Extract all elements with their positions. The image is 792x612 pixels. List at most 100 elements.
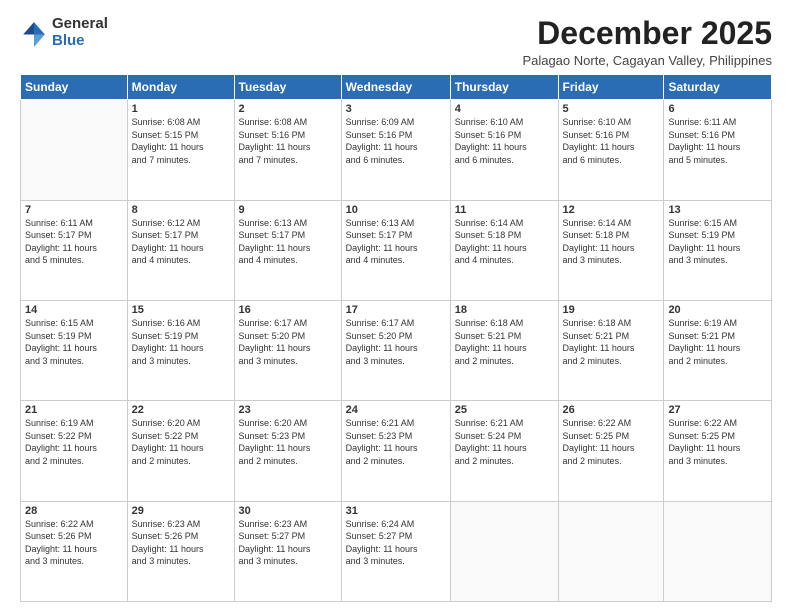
day-number: 8: [132, 204, 230, 216]
day-number: 5: [563, 103, 660, 115]
day-info: Sunrise: 6:14 AM Sunset: 5:18 PM Dayligh…: [455, 217, 554, 267]
logo-blue-text: Blue: [52, 33, 108, 50]
page: General Blue December 2025 Palagao Norte…: [0, 0, 792, 612]
table-row: 29Sunrise: 6:23 AM Sunset: 5:26 PM Dayli…: [127, 501, 234, 601]
day-number: 29: [132, 505, 230, 517]
table-row: [450, 501, 558, 601]
day-number: 16: [239, 304, 337, 316]
day-number: 23: [239, 404, 337, 416]
day-number: 14: [25, 304, 123, 316]
day-number: 20: [668, 304, 767, 316]
title-block: December 2025 Palagao Norte, Cagayan Val…: [522, 16, 772, 68]
day-info: Sunrise: 6:19 AM Sunset: 5:22 PM Dayligh…: [25, 417, 123, 467]
calendar-week-row: 7Sunrise: 6:11 AM Sunset: 5:17 PM Daylig…: [21, 200, 772, 300]
day-info: Sunrise: 6:22 AM Sunset: 5:25 PM Dayligh…: [563, 417, 660, 467]
col-thursday: Thursday: [450, 75, 558, 100]
table-row: 2Sunrise: 6:08 AM Sunset: 5:16 PM Daylig…: [234, 100, 341, 200]
col-sunday: Sunday: [21, 75, 128, 100]
day-number: 22: [132, 404, 230, 416]
day-number: 2: [239, 103, 337, 115]
table-row: 8Sunrise: 6:12 AM Sunset: 5:17 PM Daylig…: [127, 200, 234, 300]
day-number: 10: [346, 204, 446, 216]
table-row: 5Sunrise: 6:10 AM Sunset: 5:16 PM Daylig…: [558, 100, 664, 200]
table-row: 3Sunrise: 6:09 AM Sunset: 5:16 PM Daylig…: [341, 100, 450, 200]
day-number: 24: [346, 404, 446, 416]
day-info: Sunrise: 6:22 AM Sunset: 5:26 PM Dayligh…: [25, 518, 123, 568]
day-number: 26: [563, 404, 660, 416]
table-row: 22Sunrise: 6:20 AM Sunset: 5:22 PM Dayli…: [127, 401, 234, 501]
calendar-week-row: 28Sunrise: 6:22 AM Sunset: 5:26 PM Dayli…: [21, 501, 772, 601]
day-number: 21: [25, 404, 123, 416]
logo: General Blue: [20, 16, 108, 49]
table-row: 20Sunrise: 6:19 AM Sunset: 5:21 PM Dayli…: [664, 300, 772, 400]
calendar-week-row: 21Sunrise: 6:19 AM Sunset: 5:22 PM Dayli…: [21, 401, 772, 501]
table-row: 13Sunrise: 6:15 AM Sunset: 5:19 PM Dayli…: [664, 200, 772, 300]
day-number: 11: [455, 204, 554, 216]
day-info: Sunrise: 6:15 AM Sunset: 5:19 PM Dayligh…: [25, 317, 123, 367]
table-row: 16Sunrise: 6:17 AM Sunset: 5:20 PM Dayli…: [234, 300, 341, 400]
day-number: 1: [132, 103, 230, 115]
table-row: 23Sunrise: 6:20 AM Sunset: 5:23 PM Dayli…: [234, 401, 341, 501]
day-number: 31: [346, 505, 446, 517]
day-info: Sunrise: 6:20 AM Sunset: 5:23 PM Dayligh…: [239, 417, 337, 467]
day-info: Sunrise: 6:17 AM Sunset: 5:20 PM Dayligh…: [239, 317, 337, 367]
day-number: 6: [668, 103, 767, 115]
day-number: 15: [132, 304, 230, 316]
day-info: Sunrise: 6:11 AM Sunset: 5:17 PM Dayligh…: [25, 217, 123, 267]
day-info: Sunrise: 6:12 AM Sunset: 5:17 PM Dayligh…: [132, 217, 230, 267]
table-row: 26Sunrise: 6:22 AM Sunset: 5:25 PM Dayli…: [558, 401, 664, 501]
day-number: 19: [563, 304, 660, 316]
table-row: 6Sunrise: 6:11 AM Sunset: 5:16 PM Daylig…: [664, 100, 772, 200]
col-monday: Monday: [127, 75, 234, 100]
table-row: 31Sunrise: 6:24 AM Sunset: 5:27 PM Dayli…: [341, 501, 450, 601]
calendar-header-row: Sunday Monday Tuesday Wednesday Thursday…: [21, 75, 772, 100]
col-wednesday: Wednesday: [341, 75, 450, 100]
table-row: 4Sunrise: 6:10 AM Sunset: 5:16 PM Daylig…: [450, 100, 558, 200]
day-info: Sunrise: 6:08 AM Sunset: 5:16 PM Dayligh…: [239, 116, 337, 166]
table-row: 19Sunrise: 6:18 AM Sunset: 5:21 PM Dayli…: [558, 300, 664, 400]
day-info: Sunrise: 6:17 AM Sunset: 5:20 PM Dayligh…: [346, 317, 446, 367]
day-number: 28: [25, 505, 123, 517]
day-number: 17: [346, 304, 446, 316]
logo-icon: [20, 19, 48, 47]
table-row: 21Sunrise: 6:19 AM Sunset: 5:22 PM Dayli…: [21, 401, 128, 501]
day-number: 30: [239, 505, 337, 517]
location-subtitle: Palagao Norte, Cagayan Valley, Philippin…: [522, 53, 772, 68]
table-row: 25Sunrise: 6:21 AM Sunset: 5:24 PM Dayli…: [450, 401, 558, 501]
table-row: 11Sunrise: 6:14 AM Sunset: 5:18 PM Dayli…: [450, 200, 558, 300]
day-info: Sunrise: 6:13 AM Sunset: 5:17 PM Dayligh…: [239, 217, 337, 267]
day-info: Sunrise: 6:10 AM Sunset: 5:16 PM Dayligh…: [455, 116, 554, 166]
table-row: 17Sunrise: 6:17 AM Sunset: 5:20 PM Dayli…: [341, 300, 450, 400]
day-info: Sunrise: 6:21 AM Sunset: 5:24 PM Dayligh…: [455, 417, 554, 467]
table-row: 28Sunrise: 6:22 AM Sunset: 5:26 PM Dayli…: [21, 501, 128, 601]
day-info: Sunrise: 6:13 AM Sunset: 5:17 PM Dayligh…: [346, 217, 446, 267]
calendar-week-row: 1Sunrise: 6:08 AM Sunset: 5:15 PM Daylig…: [21, 100, 772, 200]
day-info: Sunrise: 6:23 AM Sunset: 5:27 PM Dayligh…: [239, 518, 337, 568]
day-info: Sunrise: 6:10 AM Sunset: 5:16 PM Dayligh…: [563, 116, 660, 166]
day-info: Sunrise: 6:19 AM Sunset: 5:21 PM Dayligh…: [668, 317, 767, 367]
logo-text: General Blue: [52, 16, 108, 49]
day-info: Sunrise: 6:21 AM Sunset: 5:23 PM Dayligh…: [346, 417, 446, 467]
calendar-week-row: 14Sunrise: 6:15 AM Sunset: 5:19 PM Dayli…: [21, 300, 772, 400]
header: General Blue December 2025 Palagao Norte…: [20, 16, 772, 68]
table-row: 18Sunrise: 6:18 AM Sunset: 5:21 PM Dayli…: [450, 300, 558, 400]
day-info: Sunrise: 6:16 AM Sunset: 5:19 PM Dayligh…: [132, 317, 230, 367]
table-row: 7Sunrise: 6:11 AM Sunset: 5:17 PM Daylig…: [21, 200, 128, 300]
col-friday: Friday: [558, 75, 664, 100]
table-row: [664, 501, 772, 601]
day-info: Sunrise: 6:22 AM Sunset: 5:25 PM Dayligh…: [668, 417, 767, 467]
day-info: Sunrise: 6:14 AM Sunset: 5:18 PM Dayligh…: [563, 217, 660, 267]
table-row: 24Sunrise: 6:21 AM Sunset: 5:23 PM Dayli…: [341, 401, 450, 501]
day-info: Sunrise: 6:20 AM Sunset: 5:22 PM Dayligh…: [132, 417, 230, 467]
day-info: Sunrise: 6:08 AM Sunset: 5:15 PM Dayligh…: [132, 116, 230, 166]
logo-general-text: General: [52, 16, 108, 33]
day-number: 3: [346, 103, 446, 115]
day-info: Sunrise: 6:18 AM Sunset: 5:21 PM Dayligh…: [563, 317, 660, 367]
day-number: 13: [668, 204, 767, 216]
day-info: Sunrise: 6:23 AM Sunset: 5:26 PM Dayligh…: [132, 518, 230, 568]
table-row: 10Sunrise: 6:13 AM Sunset: 5:17 PM Dayli…: [341, 200, 450, 300]
day-info: Sunrise: 6:18 AM Sunset: 5:21 PM Dayligh…: [455, 317, 554, 367]
day-number: 27: [668, 404, 767, 416]
day-number: 9: [239, 204, 337, 216]
day-number: 25: [455, 404, 554, 416]
